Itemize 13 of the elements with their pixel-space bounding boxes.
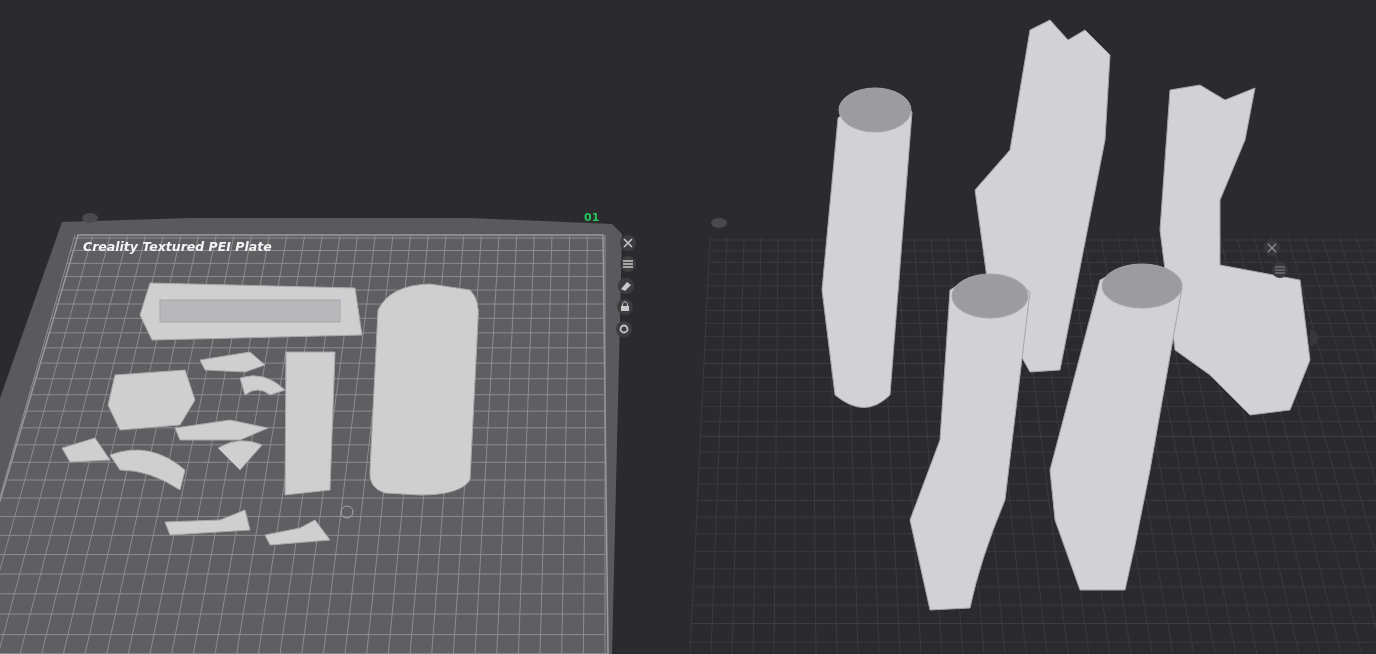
- plate-number: 01: [584, 211, 600, 224]
- parts-drawing[interactable]: [61, 282, 479, 546]
- lock-icon[interactable]: [617, 299, 633, 315]
- list-icon[interactable]: [1272, 262, 1288, 278]
- 3d-viewport[interactable]: Creality Textured PEI Plate 01: [0, 0, 1376, 654]
- close-icon[interactable]: [620, 235, 636, 251]
- plate-name: Creality Textured PEI Plate: [83, 239, 272, 254]
- tall-parts-drawing[interactable]: [821, 19, 1311, 611]
- list-icon[interactable]: [620, 256, 636, 272]
- close-icon[interactable]: [1264, 240, 1280, 256]
- plate-marker-icon: [82, 213, 98, 223]
- eraser-icon[interactable]: [618, 278, 634, 294]
- plate-marker-icon: [711, 218, 727, 228]
